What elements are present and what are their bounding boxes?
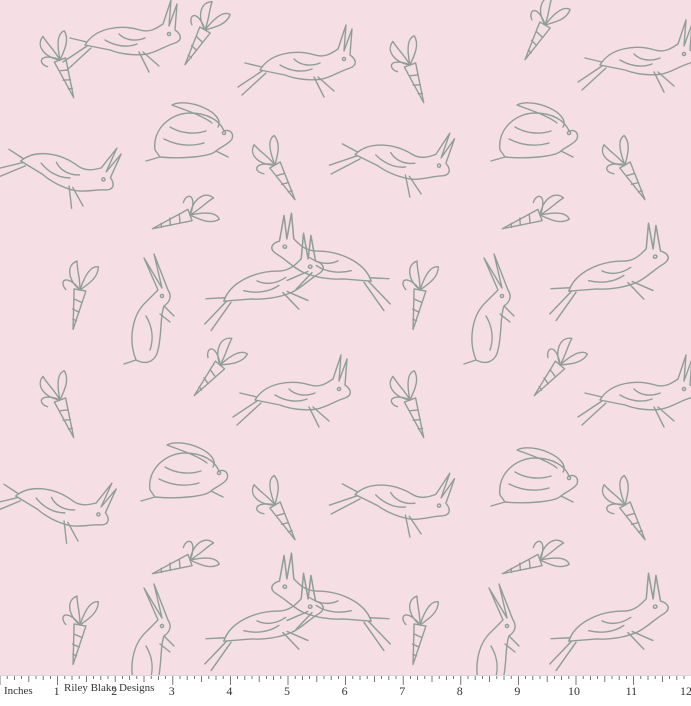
hare-crouch-motif (490, 102, 579, 162)
carrot-motif (54, 258, 100, 333)
carrot-motif (244, 472, 309, 550)
carrot-motif (244, 132, 309, 210)
ruler-number: 4 (226, 684, 233, 698)
hare-leap-motif (0, 445, 122, 555)
hare-leap-motif (577, 354, 691, 428)
carrot-motif (382, 368, 438, 445)
bunny-carrot-pattern (0, 0, 691, 675)
carrot-motif (394, 593, 440, 668)
hare-leap-motif (533, 219, 678, 325)
ruler-number: 1 (53, 684, 60, 698)
hare-stand-motif (123, 253, 175, 365)
hare-leap-motif (0, 110, 127, 220)
hare-leap-motif (232, 354, 351, 428)
ruler-number: 2 (111, 684, 118, 698)
ruler-number: 11 (625, 684, 638, 698)
hare-leap-motif (577, 19, 691, 93)
hare-stand-motif (468, 583, 520, 675)
carrot-motif (594, 132, 659, 210)
hare-stand-motif (463, 253, 515, 365)
motif-layer (0, 0, 691, 675)
ruler-brand-label: Riley Blake Designs (62, 682, 157, 694)
carrot-motif (495, 187, 572, 243)
ruler-number: 5 (284, 684, 290, 698)
carrot-motif (32, 368, 88, 445)
carrot-motif (179, 331, 250, 406)
carrot-motif (519, 331, 590, 406)
hare-leap-motif (188, 569, 333, 675)
hare-crouch-motif (145, 102, 234, 162)
hare-leap-motif (326, 104, 460, 206)
hare-leap-motif (262, 209, 407, 315)
carrot-motif (54, 593, 100, 668)
carrot-motif (145, 187, 222, 243)
ruler-number: 7 (399, 684, 406, 698)
ruler-number: 9 (514, 684, 521, 698)
hare-crouch-motif (140, 442, 229, 502)
carrot-motif (394, 258, 440, 333)
ruler: Inches Riley Blake Designs 1 2 3 4 5 6 7 8 9 10 11… (0, 675, 691, 706)
hare-leap-motif (262, 549, 407, 655)
carrot-motif (594, 472, 659, 550)
fabric-swatch (0, 0, 691, 675)
ruler-unit-label: Inches (4, 685, 33, 697)
hare-stand-motif (123, 583, 175, 675)
ruler-number: 10 (568, 684, 580, 698)
carrot-motif (508, 0, 573, 68)
ruler-number: 8 (456, 684, 463, 698)
ruler-number: 3 (168, 684, 175, 698)
hare-crouch-motif (490, 447, 579, 507)
hare-leap-motif (533, 569, 678, 675)
carrot-motif (145, 532, 222, 588)
hare-leap-motif (188, 229, 333, 335)
hare-leap-motif (326, 444, 460, 546)
ruler-number: 12 (680, 684, 691, 698)
hare-leap-motif (237, 24, 356, 98)
carrot-motif (495, 532, 572, 588)
hare-leap-motif (62, 0, 181, 73)
ruler-number: 6 (341, 684, 348, 698)
carrot-motif (168, 0, 233, 73)
carrot-motif (382, 33, 438, 110)
